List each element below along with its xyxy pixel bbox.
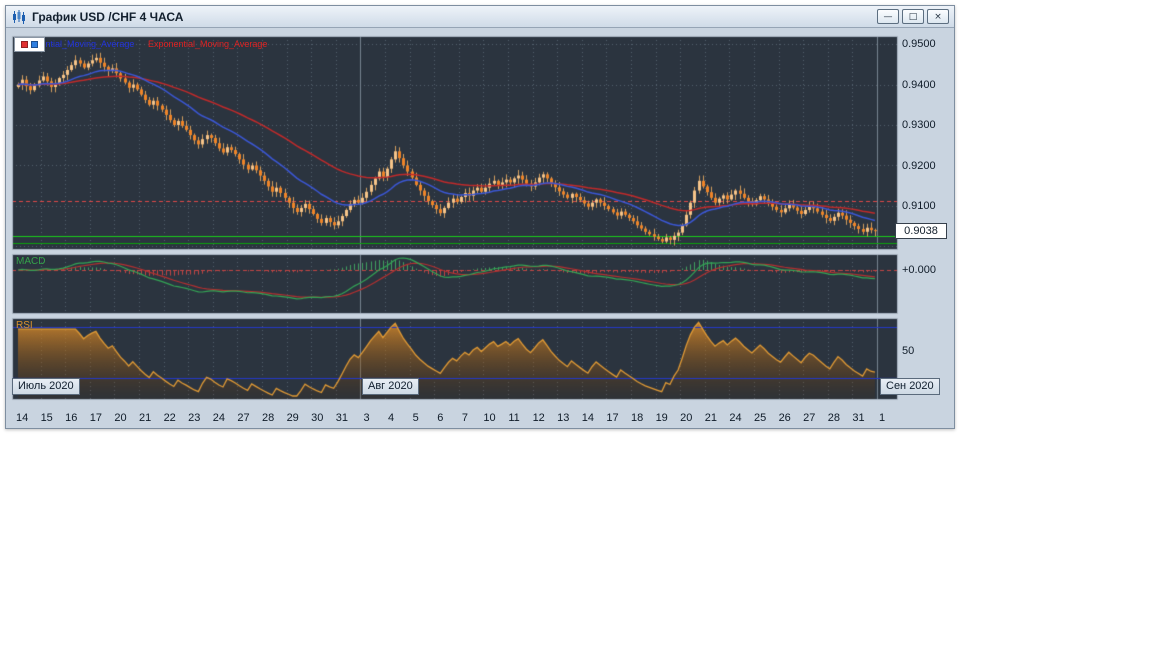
ema-blue-chip: [31, 41, 38, 48]
rsi-mid-value: 50: [902, 345, 915, 357]
ema-red-chip: [21, 41, 28, 48]
minimize-button[interactable]: —: [877, 9, 899, 24]
month-badge-august[interactable]: Авг 2020: [362, 378, 419, 395]
close-button[interactable]: ×: [927, 9, 949, 24]
restore-button[interactable]: □: [902, 9, 924, 24]
titlebar[interactable]: График USD /CHF 4 ЧАСА — □ ×: [6, 6, 954, 28]
candlestick-chart-icon: [11, 9, 27, 24]
ema-slow-legend-label: Exponential_Moving_Average: [148, 39, 268, 49]
chart-canvas[interactable]: [6, 28, 954, 428]
legend-box[interactable]: [14, 37, 45, 52]
macd-label: MACD: [16, 256, 46, 267]
macd-zero-value: +0.000: [902, 264, 936, 276]
chart-client: Exponential_Moving_Average Exponential_M…: [6, 28, 954, 428]
desktop: График USD /CHF 4 ЧАСА — □ × Exponential…: [0, 0, 1152, 648]
chart-window: График USD /CHF 4 ЧАСА — □ × Exponential…: [5, 5, 955, 429]
month-badge-july[interactable]: Июль 2020: [12, 378, 80, 395]
current-price-box: 0.9038: [895, 223, 947, 239]
rsi-label: RSI: [16, 320, 33, 331]
month-badge-september[interactable]: Сен 2020: [880, 378, 940, 395]
window-title: График USD /CHF 4 ЧАСА: [32, 9, 184, 24]
